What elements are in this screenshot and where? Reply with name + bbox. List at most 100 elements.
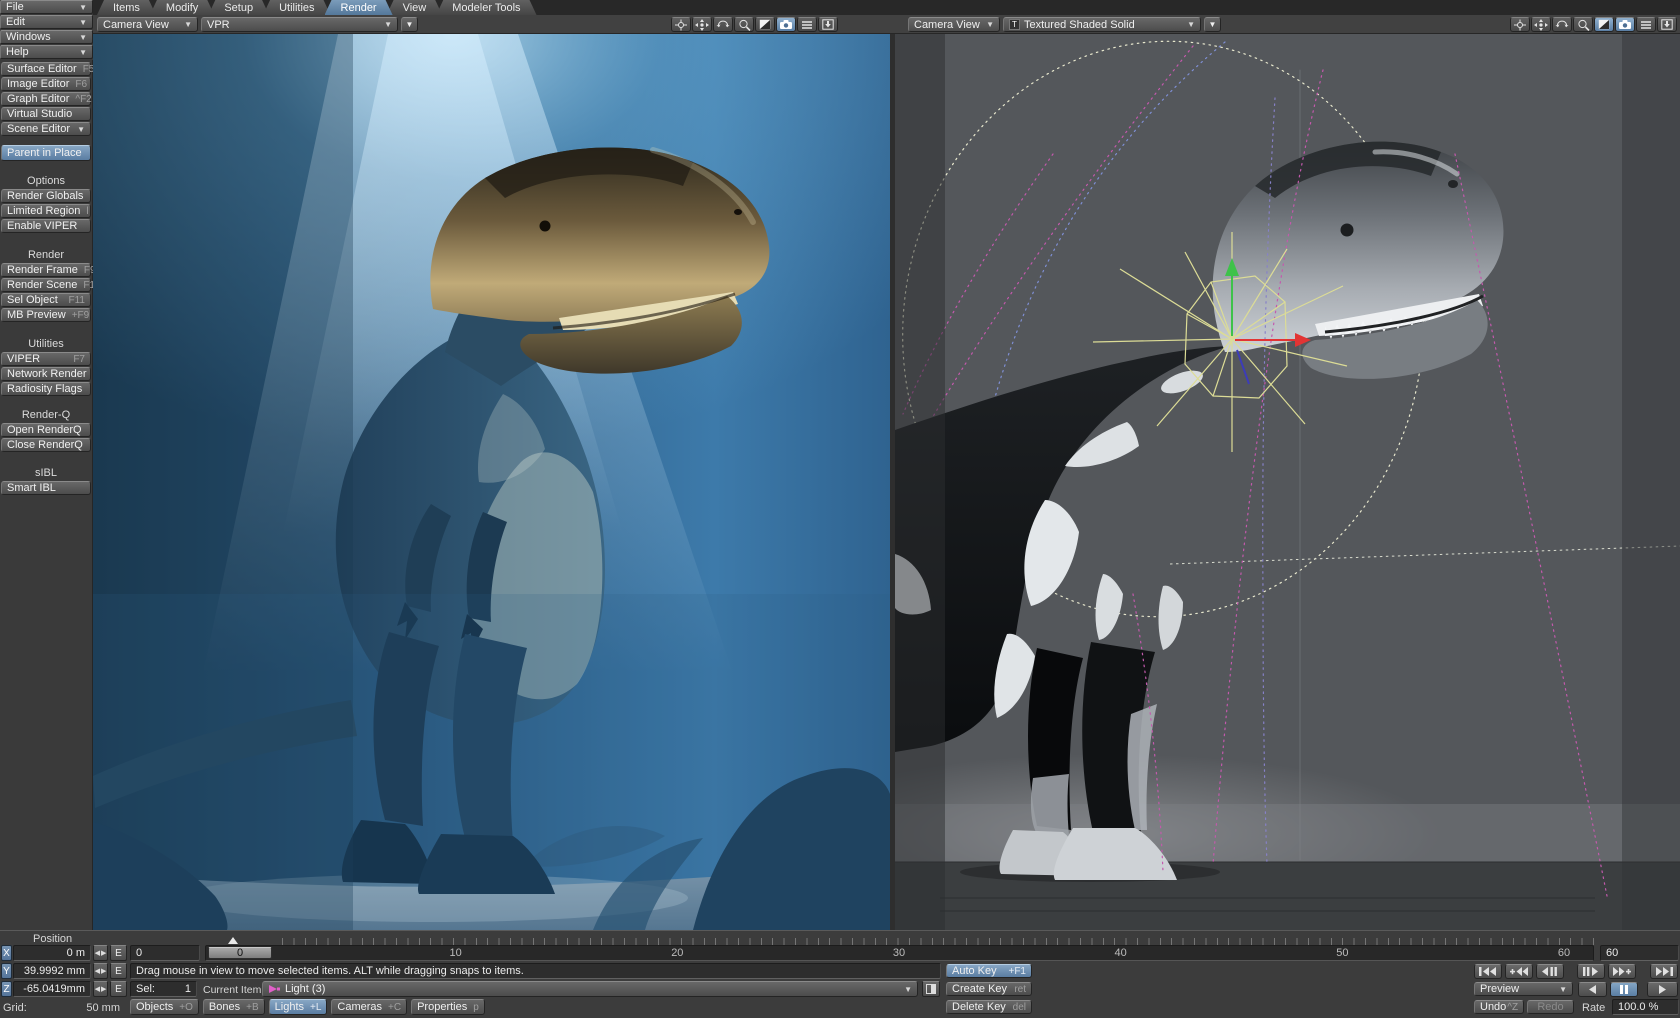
right-viewport-options-dropdown[interactable]: ▼ [1204,17,1221,32]
right-viewport-opengl[interactable] [895,34,1680,930]
position-z-field[interactable]: -65.0419mm [13,981,91,997]
axis-z-button[interactable]: Z [1,981,12,997]
right-viewport-minmax-icon[interactable] [1594,17,1614,32]
envelope-z-button[interactable]: E [110,981,127,997]
menu-file[interactable]: File▼ [0,0,93,14]
right-viewport-list-icon[interactable] [1636,17,1656,32]
envelope-x-button[interactable]: E [110,945,127,961]
left-viewport-camera-icon[interactable] [776,17,796,32]
item-button-bones[interactable]: Bones+B [203,999,265,1015]
end-frame-field[interactable]: 60 [1600,945,1679,961]
right-render-mode-dropdown[interactable]: T Textured Shaded Solid ▼ [1003,17,1201,32]
auto-key-button[interactable]: Auto Key +F1 [946,964,1032,978]
right-viewport-move-icon[interactable] [1510,17,1530,32]
frame-slider-handle[interactable]: 0 [208,947,272,959]
redo-button[interactable]: Redo [1527,1000,1574,1014]
right-view-mode-dropdown[interactable]: Camera View ▼ [908,17,1000,32]
left-viewport-options-dropdown[interactable]: ▼ [401,17,418,32]
left-viewport-zoom-icon[interactable] [734,17,754,32]
menu-windows[interactable]: Windows▼ [0,30,93,44]
right-viewport-camera-icon[interactable] [1615,17,1635,32]
sidebar-item-limited-region[interactable]: Limited Regionl [1,204,91,218]
sidebar-item-graph-editor[interactable]: Graph Editor^F2 [1,92,91,106]
sidebar-item-virtual-studio[interactable]: Virtual Studio [1,107,91,121]
right-viewport-expand-icon[interactable] [1657,17,1677,32]
sidebar-item-network-render[interactable]: Network Render [1,367,91,381]
tab-modify[interactable]: Modify [150,0,214,15]
sidebar-item-scene-editor[interactable]: Scene Editor▼ [1,122,91,136]
step-back-button[interactable] [1536,964,1564,979]
sidebar-item-parent-in-place[interactable]: Parent in Place [1,145,91,161]
play-reverse-icon [1588,985,1597,994]
sidebar-item-render-scene[interactable]: Render SceneF10 [1,278,91,292]
sidebar-item-close-renderq[interactable]: Close RenderQ [1,438,91,452]
item-button-objects[interactable]: Objects+O [130,999,199,1015]
current-item-dropdown[interactable]: Light (3) ▼ [262,981,918,997]
envelope-y-button[interactable]: E [110,963,127,979]
jump-end-button[interactable] [1650,964,1678,979]
play-reverse-button[interactable] [1578,982,1607,997]
axis-x-button[interactable]: X [1,945,12,961]
next-key-button[interactable] [1608,964,1636,979]
timeline-ruler[interactable] [282,938,1594,945]
pause-button[interactable] [1610,982,1638,997]
sidebar-item-render-globals[interactable]: Render Globals [1,189,91,203]
left-viewport-rotate-icon[interactable] [713,17,733,32]
menu-edit[interactable]: Edit▼ [0,15,93,29]
left-viewport-move-icon[interactable] [671,17,691,32]
left-view-mode-dropdown[interactable]: Camera View ▼ [97,17,198,32]
right-viewport-pan-icon[interactable] [1531,17,1551,32]
current-frame-field[interactable]: 0 [130,945,200,961]
sidebar-item-shortcut: F11 [63,295,86,306]
right-viewport-zoom-icon[interactable] [1573,17,1593,32]
tab-modeler-tools[interactable]: Modeler Tools [436,0,536,15]
frame-slider[interactable]: 0 102030405060 [205,945,1594,961]
play-forward-button[interactable] [1647,982,1678,997]
sidebar-item-sel-object[interactable]: Sel ObjectF11 [1,293,91,307]
preview-dropdown[interactable]: Preview ▼ [1474,982,1573,996]
nudge-x-buttons[interactable]: ◀▶ [93,945,108,961]
right-viewport-rotate-icon[interactable] [1552,17,1572,32]
jump-start-icon [1479,967,1497,976]
sidebar-item-label: Scene Editor [7,123,70,135]
left-viewport-toolbar [671,17,838,32]
create-key-button[interactable]: Create Key ret [946,982,1032,996]
item-button-properties[interactable]: Propertiesp [411,999,485,1015]
tab-setup[interactable]: Setup [208,0,269,15]
tab-render[interactable]: Render [325,0,393,15]
nudge-y-buttons[interactable]: ◀▶ [93,963,108,979]
menu-help[interactable]: Help▼ [0,45,93,59]
sidebar-item-enable-viper[interactable]: Enable VIPER [1,219,91,233]
sidebar-item-render-frame[interactable]: Render FrameF9 [1,263,91,277]
item-button-cameras[interactable]: Cameras+C [331,999,407,1015]
sidebar-item-surface-editor[interactable]: Surface EditorF5 [1,62,91,76]
left-render-mode-dropdown[interactable]: VPR ▼ [201,17,398,32]
left-viewport-vpr-render[interactable] [93,34,890,930]
position-y-field[interactable]: 39.9992 mm [13,963,91,979]
tab-utilities[interactable]: Utilities [263,0,330,15]
rate-field[interactable]: 100.0 % [1612,999,1679,1015]
jump-start-button[interactable] [1474,964,1502,979]
left-viewport-list-icon[interactable] [797,17,817,32]
step-forward-button[interactable] [1577,964,1605,979]
left-viewport-minmax-icon[interactable] [755,17,775,32]
item-properties-mini-button[interactable] [922,981,940,997]
sidebar-item-mb-preview[interactable]: MB Preview+F9 [1,308,91,322]
sidebar-item-viper[interactable]: VIPERF7 [1,352,91,366]
delete-key-button[interactable]: Delete Key del [946,1000,1032,1014]
current-frame-marker[interactable] [228,937,238,944]
undo-button[interactable]: Undo ^Z [1474,1000,1524,1014]
nudge-z-buttons[interactable]: ◀▶ [93,981,108,997]
axis-y-button[interactable]: Y [1,963,12,979]
item-button-lights[interactable]: Lights+L [269,999,328,1015]
position-x-field[interactable]: 0 m [13,945,91,961]
left-viewport-expand-icon[interactable] [818,17,838,32]
tab-view[interactable]: View [387,0,443,15]
previous-key-button[interactable] [1505,964,1533,979]
left-viewport-pan-icon[interactable] [692,17,712,32]
tab-items[interactable]: Items [97,0,156,15]
sidebar-item-image-editor[interactable]: Image EditorF6 [1,77,91,91]
sidebar-item-smart-ibl[interactable]: Smart IBL [1,481,91,495]
sidebar-item-radiosity-flags[interactable]: Radiosity Flags [1,382,91,396]
sidebar-item-open-renderq[interactable]: Open RenderQ [1,423,91,437]
